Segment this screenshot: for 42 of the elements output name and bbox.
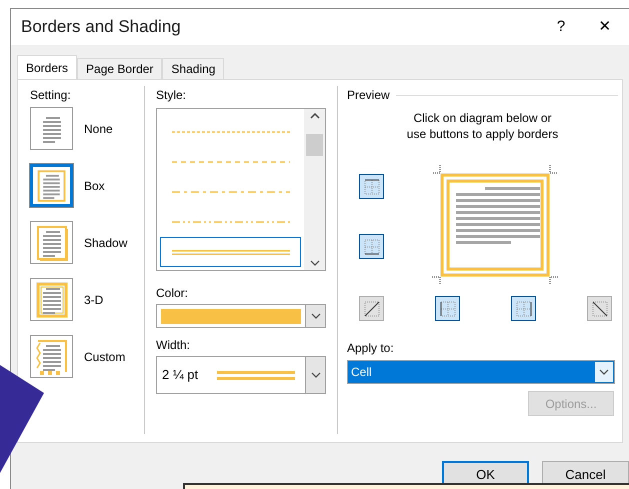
setting-label: Shadow xyxy=(84,234,128,252)
setting-option[interactable] xyxy=(30,164,73,207)
tab[interactable]: Page Border xyxy=(77,58,162,79)
width-dropdown[interactable]: 2 ¼ pt xyxy=(156,356,326,394)
border-toggle-button[interactable] xyxy=(587,296,612,321)
chevron-down-icon xyxy=(310,260,320,266)
tab[interactable]: Shading xyxy=(162,58,224,79)
color-dropdown[interactable] xyxy=(156,304,326,328)
style-label: Style: xyxy=(156,87,188,104)
close-button[interactable]: ✕ xyxy=(581,16,629,38)
chevron-down-icon xyxy=(310,313,320,319)
tab[interactable]: Borders xyxy=(17,55,78,79)
scrollbar[interactable] xyxy=(304,109,325,270)
apply-to-dropdown[interactable]: Cell xyxy=(347,360,615,384)
width-label: Width: xyxy=(156,337,192,354)
border-toggle-button[interactable] xyxy=(435,296,460,321)
border-toggle-button[interactable] xyxy=(511,296,536,321)
window-title: Borders and Shading xyxy=(21,16,182,38)
setting-label: 3-D xyxy=(84,292,104,308)
preview-instruction: Click on diagram below or use buttons to apply borders xyxy=(406,110,560,142)
setting-option[interactable] xyxy=(30,335,73,378)
setting-label: Box xyxy=(84,178,105,194)
chevron-down-icon xyxy=(599,369,609,375)
apply-to-value: Cell xyxy=(348,361,594,383)
color-label: Color: xyxy=(156,285,190,302)
setting-option[interactable] xyxy=(30,107,73,150)
setting-option[interactable] xyxy=(30,221,73,264)
chevron-down-icon xyxy=(310,372,320,378)
border-toggle-button[interactable] xyxy=(359,234,384,259)
apply-to-label: Apply to: xyxy=(347,340,395,357)
setting-label: None xyxy=(84,120,113,138)
border-toggle-button[interactable] xyxy=(359,174,384,199)
width-value: 2 ¼ pt xyxy=(162,366,200,384)
border-toggle-button[interactable] xyxy=(359,296,384,321)
setting-label: Setting: xyxy=(30,87,72,104)
chevron-up-icon xyxy=(310,113,320,119)
setting-label: Custom xyxy=(84,348,126,366)
setting-option[interactable] xyxy=(30,278,73,321)
scrollbar-thumb[interactable] xyxy=(306,134,323,156)
preview-label: Preview xyxy=(347,87,390,104)
line-style-option[interactable] xyxy=(160,237,301,267)
help-button[interactable]: ? xyxy=(541,16,581,38)
